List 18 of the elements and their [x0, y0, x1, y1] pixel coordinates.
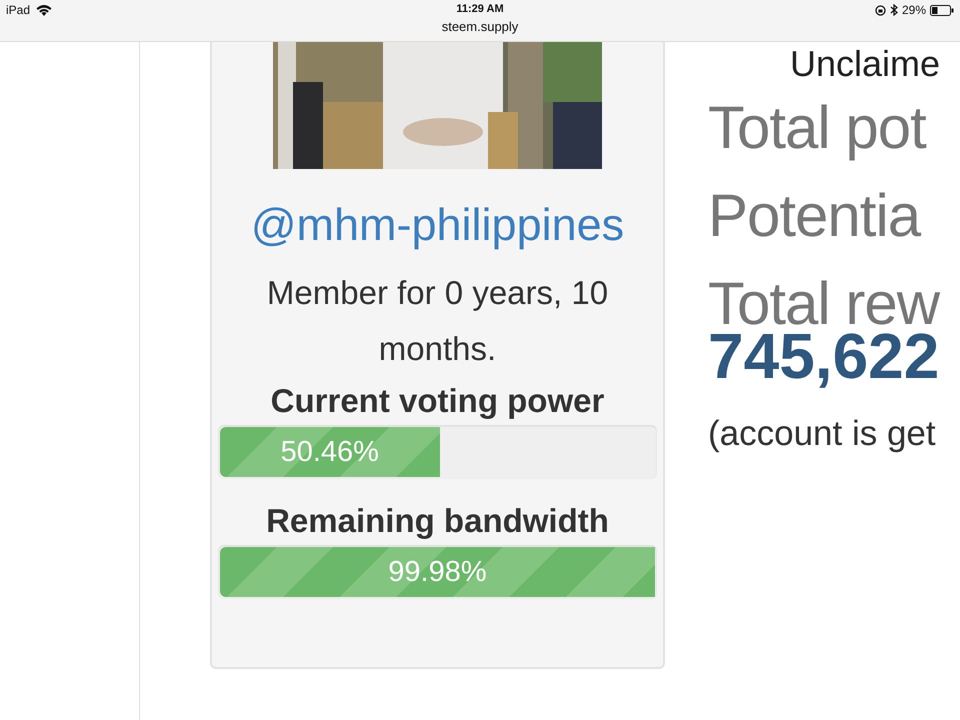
- bar-title: Remaining bandwidth: [266, 501, 609, 541]
- section-heading: Unclaime: [790, 44, 940, 84]
- bluetooth-icon: [890, 4, 898, 16]
- stat-heading: Total pot: [708, 93, 928, 163]
- bar-title: Current voting power: [270, 381, 604, 421]
- note-text: (account is get: [708, 414, 937, 454]
- lock-rotation-icon: [874, 4, 886, 16]
- progress-reading: 99.98%: [388, 556, 487, 588]
- battery-percent: 29%: [902, 3, 926, 17]
- stat-heading: Potentia: [708, 181, 922, 251]
- device-name: iPad: [6, 3, 30, 17]
- username-link[interactable]: @mhm-philippines: [250, 197, 624, 253]
- url-text[interactable]: steem.supply: [442, 19, 518, 34]
- wifi-icon: [36, 4, 52, 16]
- battery-icon: [930, 4, 954, 16]
- member-since-text: Member for 0 years, 10 months.: [266, 273, 610, 369]
- progress-reading: 50.46%: [280, 436, 379, 468]
- clock-time: 11:29 AM: [456, 3, 504, 15]
